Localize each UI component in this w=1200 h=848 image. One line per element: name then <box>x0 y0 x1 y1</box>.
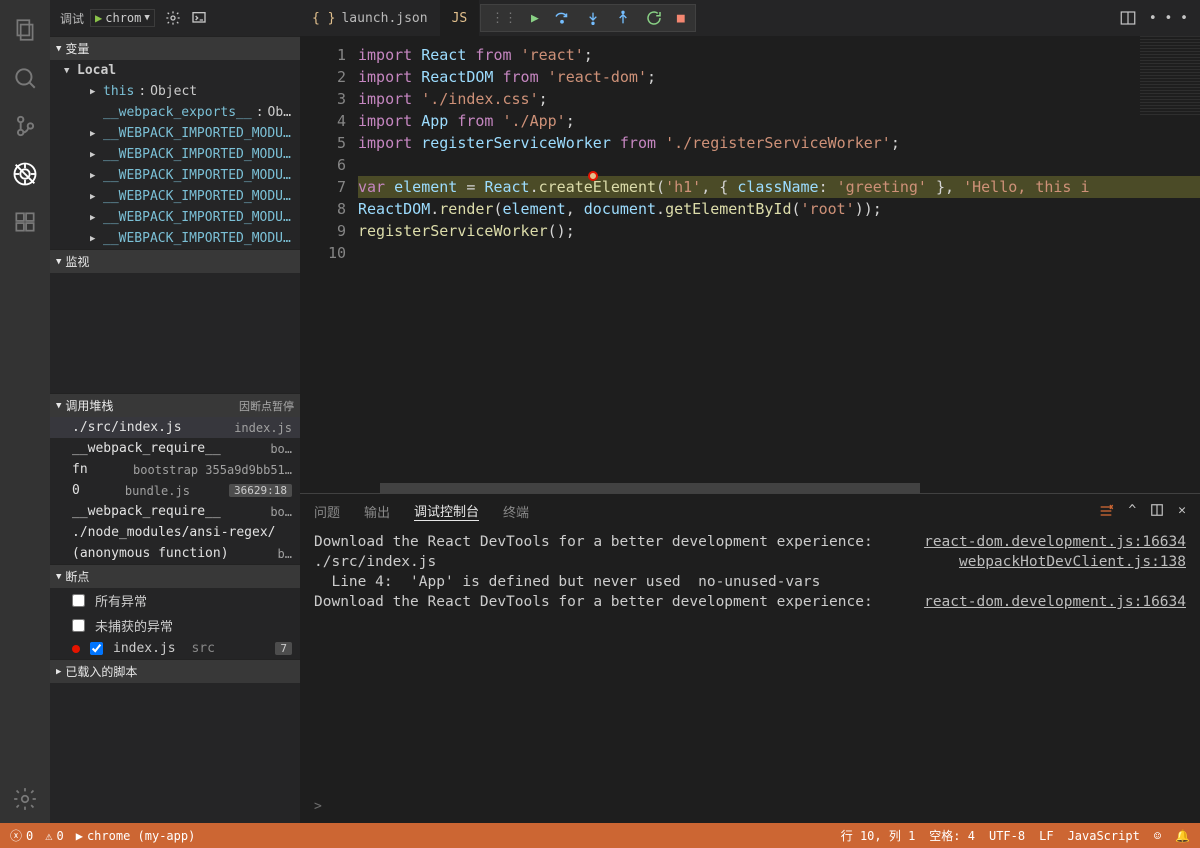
bp-checkbox[interactable] <box>90 642 103 655</box>
debug-sidebar: 调试 ▶chrom▼ ▼变量 ▼Local ▶this: Object __we… <box>50 0 300 823</box>
watch-label: 监视 <box>65 253 89 270</box>
console-source-link[interactable]: react-dom.development.js:16634 <box>924 592 1186 612</box>
stack-frame[interactable]: ./src/index.jsindex.js <box>50 417 300 438</box>
var-row[interactable]: ▶this: Object <box>50 81 300 102</box>
stack-frame[interactable]: (anonymous function)b… <box>50 543 300 564</box>
watch-section-header[interactable]: ▼监视 <box>50 249 300 273</box>
stop-button[interactable]: ■ <box>677 11 685 26</box>
extensions-icon[interactable] <box>1 198 49 246</box>
bp-uncaught-exceptions[interactable]: 未捕获的异常 <box>50 613 300 638</box>
debug-header: 调试 ▶chrom▼ <box>50 0 300 36</box>
callstack-label: 调用堆栈 <box>65 397 113 414</box>
code-lines[interactable]: import React from 'react'; import ReactD… <box>358 36 1200 483</box>
status-cursor-position[interactable]: 行 10, 列 1 <box>841 827 916 844</box>
variables-label: 变量 <box>65 40 89 57</box>
step-over-button[interactable] <box>553 9 571 27</box>
bp-all-exceptions[interactable]: 所有异常 <box>50 588 300 613</box>
breakpoints-label: 断点 <box>65 568 89 585</box>
variables-section-header[interactable]: ▼变量 <box>50 36 300 60</box>
continue-button[interactable]: ▶ <box>531 11 539 26</box>
var-row[interactable]: ▶__WEBPACK_IMPORTED_MODU… <box>50 186 300 207</box>
stack-frame[interactable]: fnbootstrap 355a9d9bb51… <box>50 459 300 480</box>
activity-bar <box>0 0 50 823</box>
debug-console-icon[interactable] <box>191 10 207 26</box>
feedback-icon[interactable]: ☺ <box>1154 827 1161 844</box>
bp-checkbox[interactable] <box>72 594 85 607</box>
panel-tab-debugconsole[interactable]: 调试控制台 <box>414 501 479 521</box>
callstack-section-header[interactable]: ▼调用堆栈因断点暂停 <box>50 393 300 417</box>
breakpoints-list: 所有异常 未捕获的异常 index.js src7 <box>50 588 300 659</box>
status-warnings[interactable]: ⚠ 0 <box>45 829 63 843</box>
loaded-scripts-section-header[interactable]: ▶已载入的脚本 <box>50 659 300 683</box>
minimap[interactable] <box>1140 36 1200 116</box>
callstack-list: ./src/index.jsindex.js __webpack_require… <box>50 417 300 564</box>
status-eol[interactable]: LF <box>1039 827 1053 844</box>
stack-frame[interactable]: ./node_modules/ansi-regex/ <box>50 522 300 543</box>
panel-tabs: 问题 输出 调试控制台 终端 ^ ✕ <box>300 494 1200 528</box>
editor-region: { }launch.json JS • • • ⋮⋮ ▶ ■ 123456789… <box>300 0 1200 823</box>
bp-checkbox[interactable] <box>72 619 85 632</box>
panel-tab-problems[interactable]: 问题 <box>314 502 340 521</box>
bp-file[interactable]: index.js src7 <box>50 638 300 659</box>
clear-console-icon[interactable] <box>1098 503 1114 519</box>
close-panel-icon[interactable]: ✕ <box>1178 503 1186 519</box>
scope-local[interactable]: ▼Local <box>50 60 300 81</box>
breakpoints-section-header[interactable]: ▼断点 <box>50 564 300 588</box>
status-language[interactable]: JavaScript <box>1068 827 1140 844</box>
watch-body <box>50 273 300 393</box>
var-row[interactable]: ▶__WEBPACK_IMPORTED_MODU… <box>50 228 300 249</box>
stack-frame[interactable]: __webpack_require__bo… <box>50 438 300 459</box>
collapse-icon[interactable]: ^ <box>1128 503 1136 519</box>
status-indentation[interactable]: 空格: 4 <box>929 827 975 844</box>
bottom-panel: 问题 输出 调试控制台 终端 ^ ✕ Download the React De… <box>300 493 1200 823</box>
maximize-panel-icon[interactable] <box>1150 503 1164 519</box>
code-editor[interactable]: 12345678910 import React from 'react'; i… <box>300 36 1200 483</box>
status-encoding[interactable]: UTF-8 <box>989 827 1025 844</box>
current-line-marker-icon <box>588 171 598 181</box>
drag-handle-icon[interactable]: ⋮⋮ <box>491 11 517 26</box>
debug-console-input[interactable]: > <box>300 799 1200 823</box>
stack-frame[interactable]: __webpack_require__bo… <box>50 501 300 522</box>
split-editor-icon[interactable] <box>1119 9 1137 27</box>
breakpoint-dot-icon <box>72 645 80 653</box>
notifications-icon[interactable]: 🔔 <box>1175 827 1190 844</box>
restart-button[interactable] <box>645 9 663 27</box>
debug-icon[interactable] <box>1 150 49 198</box>
stack-frame[interactable]: 0bundle.js36629:18 <box>50 480 300 501</box>
status-errors[interactable]: ⓧ 0 <box>10 827 33 844</box>
tab-index-js[interactable]: JS <box>440 0 480 36</box>
var-row[interactable]: ▶__WEBPACK_IMPORTED_MODU… <box>50 123 300 144</box>
loaded-label: 已载入的脚本 <box>65 663 137 680</box>
var-row[interactable]: ▶__WEBPACK_IMPORTED_MODU… <box>50 165 300 186</box>
console-source-link[interactable]: webpackHotDevClient.js:138 <box>959 552 1186 572</box>
step-out-button[interactable] <box>615 10 631 26</box>
source-control-icon[interactable] <box>1 102 49 150</box>
debug-config-select[interactable]: ▶chrom▼ <box>90 9 155 27</box>
debug-toolbar: ⋮⋮ ▶ ■ <box>480 4 696 32</box>
scope-label: Local <box>77 63 116 78</box>
status-bar: ⓧ 0 ⚠ 0 ▶ chrome (my-app) 行 10, 列 1 空格: … <box>0 823 1200 848</box>
settings-gear-icon[interactable] <box>1 775 49 823</box>
var-row[interactable]: ▶__WEBPACK_IMPORTED_MODU… <box>50 207 300 228</box>
console-source-link[interactable]: react-dom.development.js:16634 <box>924 532 1186 552</box>
callstack-status: 因断点暂停 <box>239 398 294 414</box>
variables-list: ▼Local ▶this: Object __webpack_exports__… <box>50 60 300 249</box>
debug-console-output[interactable]: Download the React DevTools for a better… <box>300 528 1200 799</box>
panel-tab-output[interactable]: 输出 <box>364 502 390 521</box>
debug-config-name: chrom <box>105 11 141 25</box>
status-debug-target[interactable]: ▶ chrome (my-app) <box>76 829 196 843</box>
step-into-button[interactable] <box>585 10 601 26</box>
search-icon[interactable] <box>1 54 49 102</box>
explorer-icon[interactable] <box>1 6 49 54</box>
gear-icon[interactable] <box>165 10 181 26</box>
panel-tab-terminal[interactable]: 终端 <box>503 502 529 521</box>
tab-launch-json[interactable]: { }launch.json <box>300 0 440 36</box>
editor-tabs: { }launch.json JS • • • ⋮⋮ ▶ ■ <box>300 0 1200 36</box>
line-gutter: 12345678910 <box>300 36 358 483</box>
more-icon[interactable]: • • • <box>1149 11 1188 26</box>
var-row[interactable]: ▶__WEBPACK_IMPORTED_MODU… <box>50 144 300 165</box>
horizontal-scrollbar[interactable] <box>300 483 1200 493</box>
var-row[interactable]: __webpack_exports__: Ob… <box>50 102 300 123</box>
debug-title: 调试 <box>60 10 84 27</box>
